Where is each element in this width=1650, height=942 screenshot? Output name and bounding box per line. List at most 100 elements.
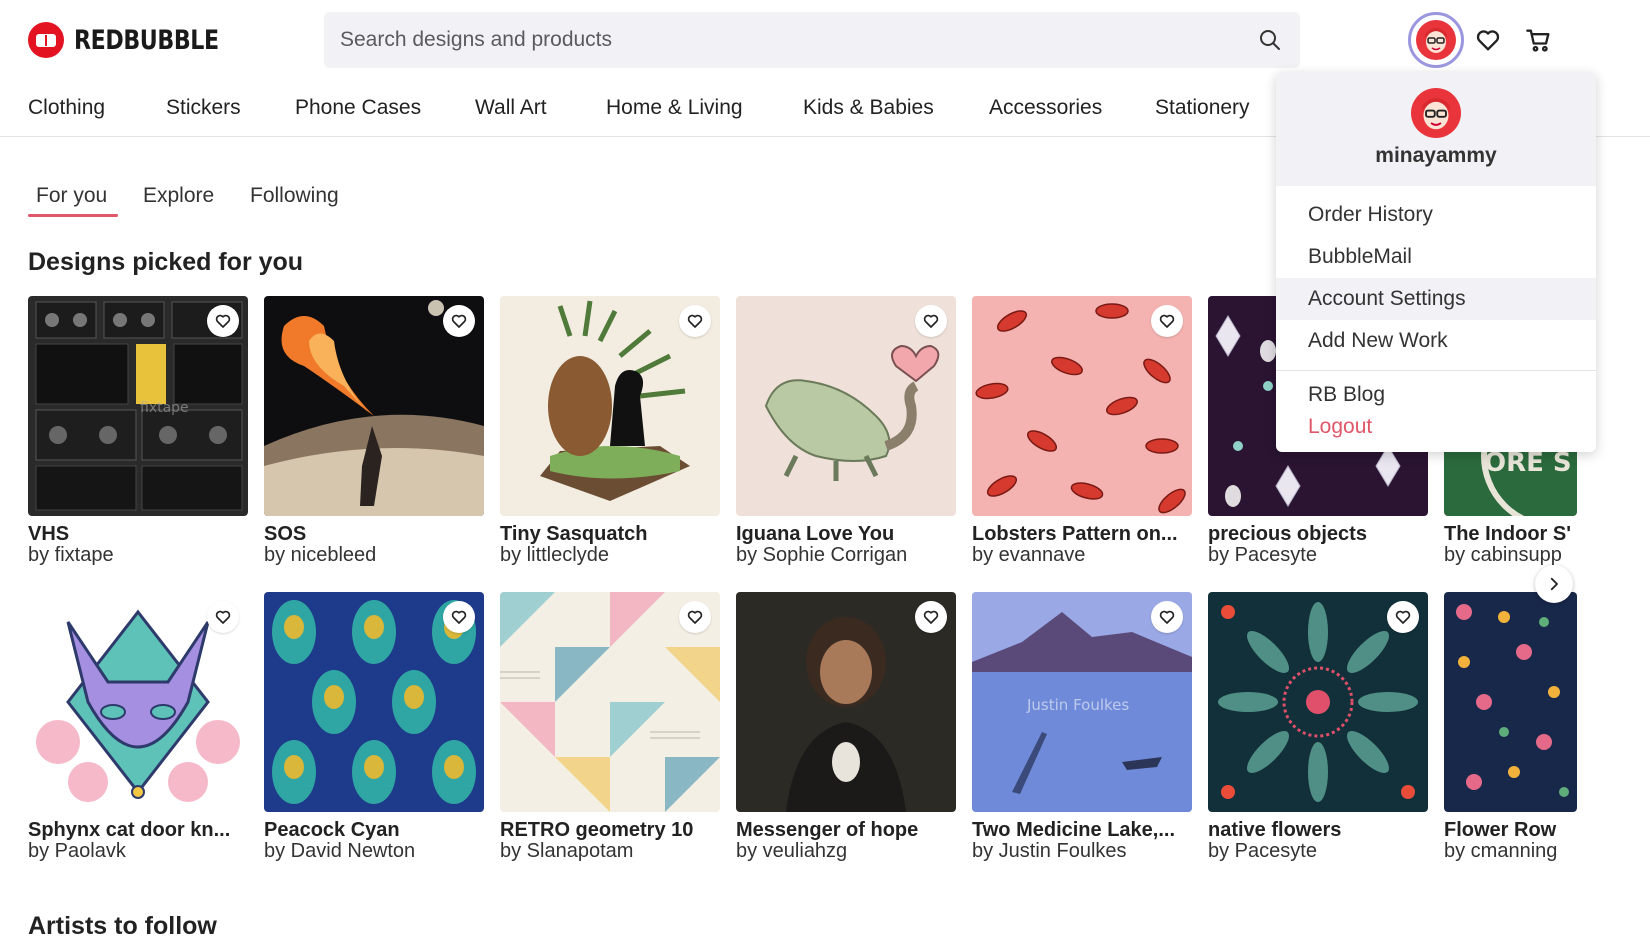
design-title[interactable]: Messenger of hope [736,820,956,841]
design-title[interactable]: RETRO geometry 10 [500,820,720,841]
search-icon[interactable] [1258,28,1282,52]
nav-item-stickers[interactable]: Stickers [166,96,241,120]
design-artist[interactable]: by Paolavk [28,841,248,861]
nav-item-home-living[interactable]: Home & Living [606,96,743,120]
design-title[interactable]: The Indoor S' [1444,524,1577,545]
design-image[interactable] [972,296,1192,516]
design-image[interactable] [264,296,484,516]
heart-outline-icon [1395,610,1411,624]
avatar[interactable] [1411,88,1461,138]
design-title[interactable]: Iguana Love You [736,524,956,545]
favorite-button[interactable] [915,305,947,337]
design-image[interactable]: Justin Foulkes [972,592,1192,812]
design-card[interactable]: Lobsters Pattern on... by evannave [972,296,1192,565]
design-artist[interactable]: by fixtape [28,545,248,565]
favorite-button[interactable] [1387,601,1419,633]
heart-outline-icon [215,610,231,624]
design-artist[interactable]: by veuliahzg [736,841,956,861]
flower-row-artwork [1444,592,1577,812]
design-title[interactable]: precious objects [1208,524,1428,545]
watermark-text: fixtape [140,400,189,416]
heart-icon[interactable] [1474,26,1502,54]
design-image[interactable] [28,592,248,812]
design-title[interactable]: SOS [264,524,484,545]
design-image[interactable] [736,296,956,516]
design-artist[interactable]: by evannave [972,545,1192,565]
nav-item-wall-art[interactable]: Wall Art [475,96,547,120]
favorite-button[interactable] [679,305,711,337]
menu-item-bubblemail[interactable]: BubbleMail [1276,236,1596,278]
design-artist[interactable]: by David Newton [264,841,484,861]
menu-item-order-history[interactable]: Order History [1276,194,1596,236]
designs-section-title: Designs picked for you [28,248,304,276]
badge-text: ORE S [1484,448,1572,478]
heart-outline-icon [923,610,939,624]
design-image[interactable] [500,296,720,516]
site-header: REDBUBBLE Search designs and products [0,0,1650,80]
search-input[interactable]: Search designs and products [324,12,1300,68]
redbubble-logo[interactable]: REDBUBBLE [28,22,250,58]
heart-outline-icon [1159,314,1175,328]
design-card[interactable]: Messenger of hope by veuliahzg [736,592,956,861]
design-image[interactable] [500,592,720,812]
design-title[interactable]: Peacock Cyan [264,820,484,841]
design-card[interactable]: native flowers by Pacesyte [1208,592,1428,861]
design-card[interactable]: Justin Foulkes Two Medicine Lake,... by … [972,592,1192,861]
favorite-button[interactable] [207,601,239,633]
menu-item-logout[interactable]: Logout [1276,406,1596,448]
design-image[interactable] [1208,592,1428,812]
design-card[interactable]: Peacock Cyan by David Newton [264,592,484,861]
carousel-next-button[interactable] [1535,565,1573,603]
active-tab-indicator [28,214,118,217]
heart-outline-icon [687,314,703,328]
design-image[interactable] [264,592,484,812]
favorite-button[interactable] [443,305,475,337]
design-artist[interactable]: by Sophie Corrigan [736,545,956,565]
design-image[interactable] [736,592,956,812]
design-title[interactable]: Lobsters Pattern on... [972,524,1192,545]
favorite-button[interactable] [207,305,239,337]
design-card[interactable]: fixtape VHS by fixtape [28,296,248,565]
design-card[interactable]: Flower Row by cmanning [1444,592,1577,861]
account-username[interactable]: minayammy [1276,144,1596,168]
nav-item-accessories[interactable]: Accessories [989,96,1102,120]
design-artist[interactable]: by Justin Foulkes [972,841,1192,861]
design-artist[interactable]: by cabinsupp [1444,545,1577,565]
tab-explore[interactable]: Explore [143,184,214,208]
nav-item-phone-cases[interactable]: Phone Cases [295,96,421,120]
nav-item-stationery[interactable]: Stationery [1155,96,1250,120]
design-title[interactable]: Sphynx cat door kn... [28,820,248,841]
tab-for-you[interactable]: For you [36,184,107,208]
cart-icon[interactable] [1525,26,1553,54]
favorite-button[interactable] [443,601,475,633]
design-artist[interactable]: by Pacesyte [1208,841,1428,861]
menu-item-account-settings[interactable]: Account Settings [1276,278,1596,320]
design-title[interactable]: Two Medicine Lake,... [972,820,1192,841]
nav-item-kids-babies[interactable]: Kids & Babies [803,96,934,120]
account-avatar-button[interactable] [1408,12,1464,68]
design-image[interactable]: fixtape [28,296,248,516]
nav-item-clothing[interactable]: Clothing [28,96,105,120]
design-title[interactable]: Tiny Sasquatch [500,524,720,545]
design-title[interactable]: native flowers [1208,820,1428,841]
design-title[interactable]: VHS [28,524,248,545]
heart-outline-icon [1159,610,1175,624]
design-card[interactable]: Iguana Love You by Sophie Corrigan [736,296,956,565]
favorite-button[interactable] [679,601,711,633]
favorite-button[interactable] [915,601,947,633]
menu-item-add-new-work[interactable]: Add New Work [1276,320,1596,362]
design-card[interactable]: Tiny Sasquatch by littleclyde [500,296,720,565]
design-title[interactable]: Flower Row [1444,820,1577,841]
design-image[interactable] [1444,592,1577,812]
tab-following[interactable]: Following [250,184,339,208]
design-card[interactable]: RETRO geometry 10 by Slanapotam [500,592,720,861]
design-artist[interactable]: by nicebleed [264,545,484,565]
design-artist[interactable]: by Pacesyte [1208,545,1428,565]
design-card[interactable]: Sphynx cat door kn... by Paolavk [28,592,248,861]
design-artist[interactable]: by cmanning [1444,841,1577,861]
design-card[interactable]: SOS by nicebleed [264,296,484,565]
design-artist[interactable]: by littleclyde [500,545,720,565]
favorite-button[interactable] [1151,305,1183,337]
favorite-button[interactable] [1151,601,1183,633]
design-artist[interactable]: by Slanapotam [500,841,720,861]
